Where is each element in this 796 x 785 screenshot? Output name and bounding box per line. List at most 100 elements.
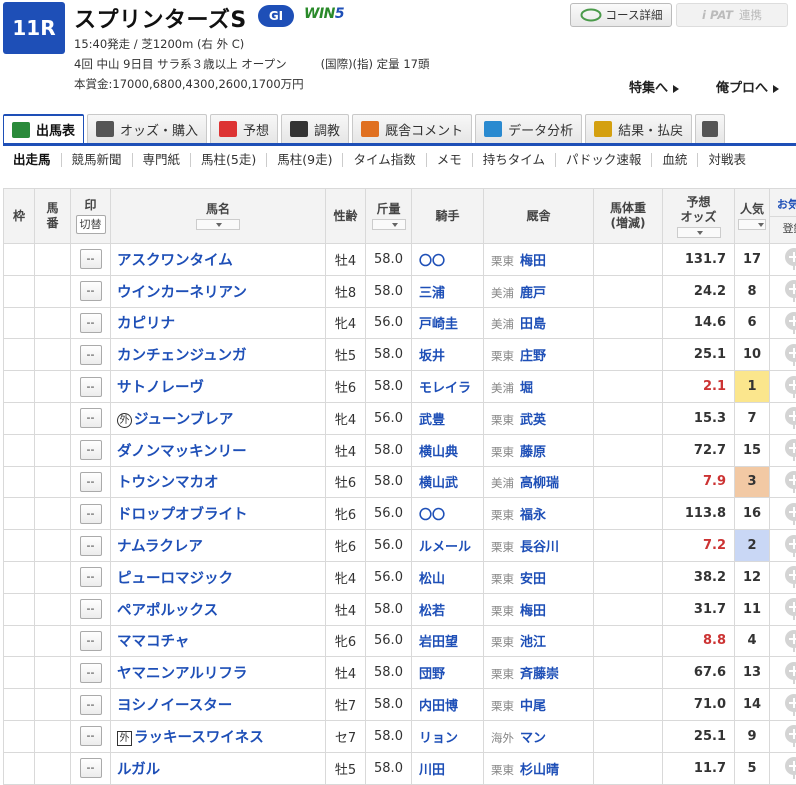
main-tab-3[interactable]: 調教 xyxy=(281,114,350,143)
mark-select-button[interactable]: -- xyxy=(79,726,102,747)
jockey-link[interactable]: 岩田望 xyxy=(419,635,458,650)
main-tab-6[interactable]: 結果・払戻 xyxy=(585,114,693,143)
mark-select-button[interactable]: -- xyxy=(79,694,102,715)
jockey-link[interactable]: リョン xyxy=(419,731,458,746)
mark-select-button[interactable]: -- xyxy=(79,312,102,333)
trainer-link[interactable]: 高柳瑞 xyxy=(520,476,559,491)
add-favorite-icon[interactable] xyxy=(784,311,796,330)
mark-select-button[interactable]: -- xyxy=(79,249,102,270)
add-favorite-icon[interactable] xyxy=(784,280,796,299)
trainer-link[interactable]: 梅田 xyxy=(520,604,546,619)
tokushu-link[interactable]: 特集へ xyxy=(629,77,680,96)
horse-name-link[interactable]: ペアポルックス xyxy=(117,603,218,619)
sort-name-button[interactable] xyxy=(196,219,240,230)
horse-name-link[interactable]: カンチェンジュンガ xyxy=(117,348,246,364)
mark-switch-button[interactable]: 切替 xyxy=(75,215,106,234)
add-favorite-icon[interactable] xyxy=(784,629,796,648)
trainer-link[interactable]: 中尾 xyxy=(520,699,546,714)
add-favorite-icon[interactable] xyxy=(784,439,796,458)
sub-tab-2[interactable]: 専門紙 xyxy=(133,153,192,167)
add-favorite-icon[interactable] xyxy=(784,725,796,744)
horse-name-link[interactable]: ラッキースワイネス xyxy=(134,730,264,746)
add-favorite-icon[interactable] xyxy=(784,757,796,776)
trainer-link[interactable]: 長谷川 xyxy=(520,540,559,555)
add-favorite-icon[interactable] xyxy=(784,375,796,394)
trainer-link[interactable]: 安田 xyxy=(520,572,546,587)
sort-odds-button[interactable] xyxy=(676,226,721,238)
sub-tab-10[interactable]: 対戦表 xyxy=(698,153,756,167)
jockey-link[interactable]: 松山 xyxy=(419,572,445,587)
horse-name-link[interactable]: ルガル xyxy=(117,762,160,778)
trainer-link[interactable]: 武英 xyxy=(520,413,546,428)
add-favorite-icon[interactable] xyxy=(784,248,796,267)
ipat-link-button[interactable]: i PAT 連携 xyxy=(676,3,788,27)
trainer-link[interactable]: 堀 xyxy=(520,381,533,396)
main-tab-2[interactable]: 予想 xyxy=(210,114,279,143)
trainer-link[interactable]: 田島 xyxy=(520,317,546,332)
mark-select-button[interactable]: -- xyxy=(79,281,102,302)
sub-tab-8[interactable]: パドック速報 xyxy=(556,153,653,167)
add-favorite-icon[interactable] xyxy=(784,343,796,362)
main-tab-1[interactable]: オッズ・購入 xyxy=(87,114,208,143)
sub-tab-5[interactable]: タイム指数 xyxy=(343,153,427,167)
jockey-link[interactable]: 〇〇 xyxy=(419,508,445,523)
jockey-link[interactable]: 松若 xyxy=(419,604,445,619)
add-favorite-icon[interactable] xyxy=(784,661,796,680)
trainer-link[interactable]: マン xyxy=(520,731,546,746)
horse-name-link[interactable]: ウインカーネリアン xyxy=(117,285,247,301)
jockey-link[interactable]: ルメール xyxy=(419,540,471,555)
add-favorite-icon[interactable] xyxy=(784,534,796,553)
sort-weight-button[interactable] xyxy=(371,219,406,230)
jockey-link[interactable]: 団野 xyxy=(419,667,445,682)
jockey-link[interactable]: 〇〇 xyxy=(419,254,445,269)
trainer-link[interactable]: 庄野 xyxy=(520,349,546,364)
main-tab-more[interactable] xyxy=(695,114,726,143)
horse-name-link[interactable]: ママコチャ xyxy=(117,634,189,650)
sub-tab-1[interactable]: 競馬新聞 xyxy=(62,153,133,167)
add-favorite-icon[interactable] xyxy=(784,470,796,489)
jockey-link[interactable]: 戸崎圭 xyxy=(419,317,458,332)
jockey-link[interactable]: 川田 xyxy=(419,763,445,778)
jockey-link[interactable]: 横山典 xyxy=(419,445,458,460)
jockey-link[interactable]: 横山武 xyxy=(419,476,458,491)
sub-tab-0[interactable]: 出走馬 xyxy=(3,153,62,167)
mark-select-button[interactable]: -- xyxy=(79,758,102,779)
add-favorite-icon[interactable] xyxy=(784,693,796,712)
mark-select-button[interactable]: -- xyxy=(79,567,102,588)
horse-name-link[interactable]: ピューロマジック xyxy=(117,571,233,587)
mark-select-button[interactable]: -- xyxy=(79,471,102,492)
trainer-link[interactable]: 福永 xyxy=(520,508,546,523)
mark-select-button[interactable]: -- xyxy=(79,440,102,461)
jockey-link[interactable]: 内田博 xyxy=(419,699,458,714)
mark-select-button[interactable]: -- xyxy=(79,408,102,429)
sub-tab-3[interactable]: 馬柱(5走) xyxy=(191,153,268,167)
main-tab-0[interactable]: 出馬表 xyxy=(3,114,85,143)
mark-select-button[interactable]: -- xyxy=(79,599,102,620)
horse-name-link[interactable]: カピリナ xyxy=(117,316,175,332)
mark-select-button[interactable]: -- xyxy=(79,344,102,365)
add-favorite-icon[interactable] xyxy=(784,598,796,617)
horse-name-link[interactable]: アスクワンタイム xyxy=(117,253,233,269)
add-favorite-icon[interactable] xyxy=(784,566,796,585)
jockey-link[interactable]: 武豊 xyxy=(419,413,445,428)
horse-name-link[interactable]: ヤマニンアルリフラ xyxy=(117,666,247,682)
sub-tab-7[interactable]: 持ちタイム xyxy=(473,153,557,167)
course-detail-button[interactable]: コース詳細 xyxy=(570,3,672,27)
mark-select-button[interactable]: -- xyxy=(79,535,102,556)
horse-name-link[interactable]: ヨシノイースター xyxy=(117,698,232,714)
trainer-link[interactable]: 梅田 xyxy=(520,254,546,269)
mark-select-button[interactable]: -- xyxy=(79,503,102,524)
trainer-link[interactable]: 杉山晴 xyxy=(520,763,559,778)
horse-name-link[interactable]: ダノンマッキンリー xyxy=(117,444,247,460)
sort-popularity-button[interactable] xyxy=(738,219,766,230)
trainer-link[interactable]: 池江 xyxy=(520,635,546,650)
main-tab-4[interactable]: 厩舎コメント xyxy=(352,114,473,143)
trainer-link[interactable]: 藤原 xyxy=(520,445,546,460)
sub-tab-9[interactable]: 血統 xyxy=(652,153,699,167)
trainer-link[interactable]: 斉藤崇 xyxy=(520,667,559,682)
mark-select-button[interactable]: -- xyxy=(79,376,102,397)
jockey-link[interactable]: 三浦 xyxy=(419,286,445,301)
trainer-link[interactable]: 鹿戸 xyxy=(520,286,546,301)
jockey-link[interactable]: 坂井 xyxy=(419,349,445,364)
horse-name-link[interactable]: ドロップオブライト xyxy=(117,507,248,523)
